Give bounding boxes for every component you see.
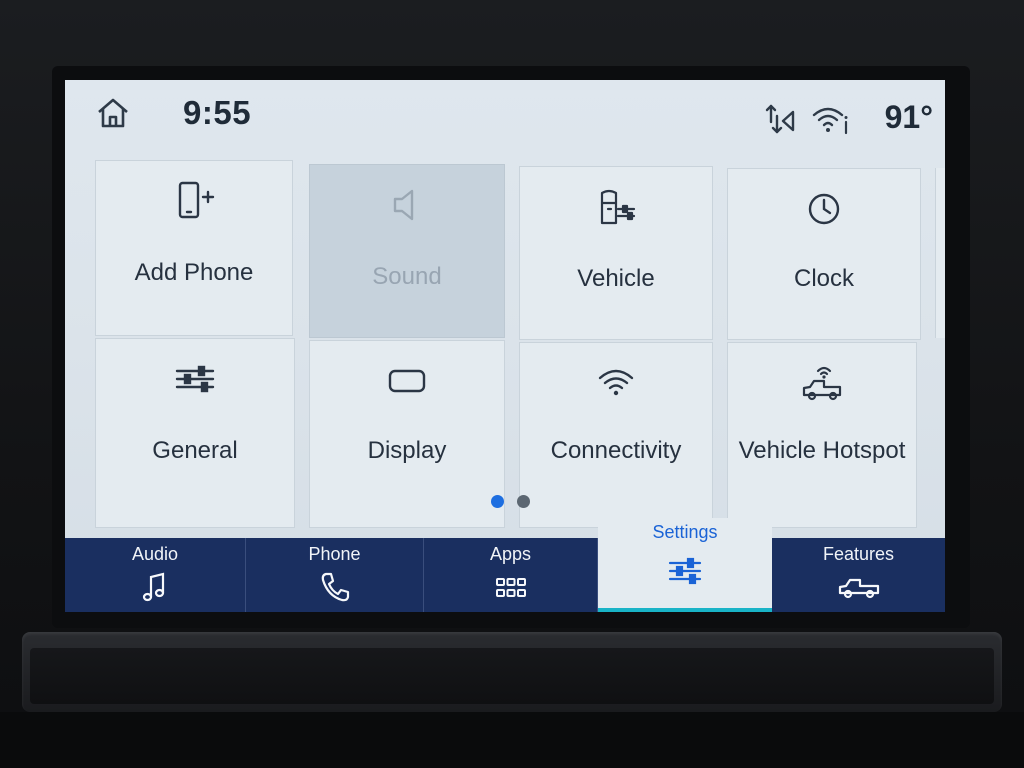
dashboard-trim-slot — [30, 648, 994, 704]
dashboard-lower — [0, 712, 1024, 768]
settings-sliders-icon — [668, 554, 702, 588]
nav-features[interactable]: Features — [772, 538, 945, 612]
next-page-tile-edge — [935, 168, 945, 338]
tile-display[interactable]: Display — [309, 340, 505, 528]
tile-label: Connectivity — [550, 437, 682, 464]
wifi-icon — [594, 361, 638, 405]
tile-label: Vehicle Hotspot — [738, 437, 906, 464]
nav-label: Audio — [131, 544, 179, 564]
apps-grid-icon — [494, 570, 528, 604]
nav-settings[interactable]: Settings — [598, 518, 772, 612]
home-icon[interactable] — [95, 96, 131, 130]
page-indicator — [491, 495, 535, 509]
tile-vehicle[interactable]: Vehicle — [519, 166, 713, 340]
nav-label: Apps — [489, 544, 532, 564]
tile-general[interactable]: General — [95, 338, 295, 528]
bottom-nav: Audio Phone Apps Settings Features — [65, 518, 945, 612]
display-icon — [385, 359, 429, 403]
active-tab-underline — [598, 608, 772, 612]
sync-icon — [763, 102, 797, 136]
add-phone-icon — [172, 179, 216, 223]
nav-label: Features — [822, 544, 895, 564]
tile-label: Add Phone — [134, 259, 254, 286]
tile-add-phone[interactable]: Add Phone — [95, 160, 293, 336]
infotainment-screen: 9:55 91° Add Phone Sound Vehicle Clock G… — [65, 80, 945, 612]
nav-label: Settings — [652, 522, 718, 542]
vehicle-settings-icon — [594, 185, 638, 229]
nav-label: Phone — [308, 544, 361, 564]
tile-label: Vehicle — [577, 265, 655, 292]
nav-apps[interactable]: Apps — [424, 538, 598, 612]
tile-clock[interactable]: Clock — [727, 168, 921, 340]
tile-vehicle-hotspot[interactable]: Vehicle Hotspot — [727, 342, 917, 528]
tile-sound: Sound — [309, 164, 505, 338]
music-note-icon — [138, 570, 172, 604]
nav-audio[interactable]: Audio — [65, 538, 246, 612]
tile-label: Sound — [372, 263, 442, 290]
tile-label: Display — [367, 437, 447, 464]
sliders-icon — [173, 357, 217, 401]
wifi-icon — [811, 104, 851, 136]
hotspot-icon — [800, 361, 844, 405]
clock-icon — [802, 187, 846, 231]
status-time: 9:55 — [183, 94, 252, 131]
tile-label: General — [152, 437, 238, 464]
status-bar: 9:55 91° — [65, 80, 945, 148]
truck-icon — [837, 570, 881, 604]
tile-connectivity[interactable]: Connectivity — [519, 342, 713, 528]
speaker-icon — [385, 183, 429, 227]
page-dot[interactable] — [517, 495, 530, 508]
page-dot-active[interactable] — [491, 495, 504, 508]
phone-icon — [318, 570, 352, 604]
tile-label: Clock — [793, 265, 854, 292]
outside-temperature: 91° — [884, 99, 933, 135]
nav-phone[interactable]: Phone — [246, 538, 424, 612]
